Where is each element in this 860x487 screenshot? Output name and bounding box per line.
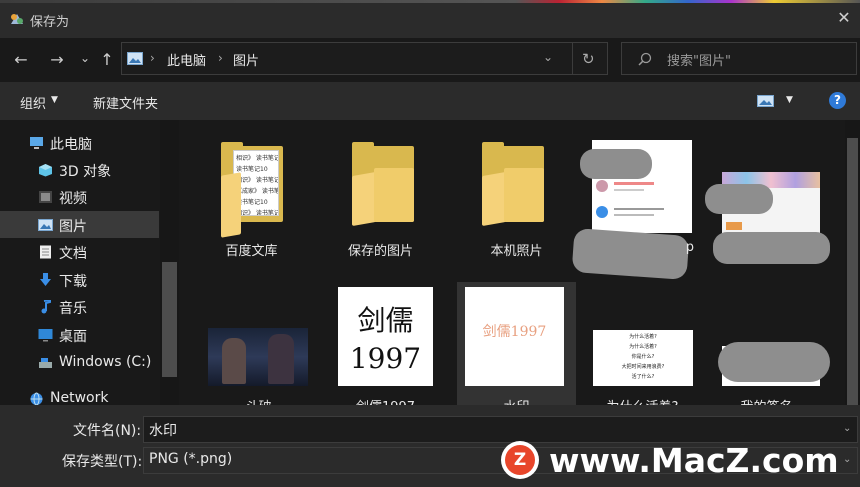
image-thumbnail: 剑儒1997	[465, 287, 564, 386]
network-icon	[30, 392, 43, 406]
breadcrumb-this-pc[interactable]: 此电脑	[167, 50, 206, 69]
file-name: 保存的图片	[347, 244, 413, 259]
sidebar-item-label: 视频	[59, 191, 87, 207]
breadcrumb-separator: ›	[150, 51, 155, 65]
watermark-logo-letter: Z	[505, 445, 535, 475]
file-tile[interactable]: 本机照片	[458, 122, 575, 272]
file-name: 本机照片	[490, 244, 543, 259]
doc-preview-line: 《成家》 读书笔记1	[236, 188, 278, 195]
sidebar-item-desktop[interactable]: 桌面	[0, 321, 159, 348]
doc-preview-line: 相识》 读书笔记10	[236, 177, 278, 184]
filename-label: 文件名(N):	[73, 423, 142, 439]
doc-preview-line: 相识》 读书笔记1002	[236, 155, 279, 162]
image-thumbnail: 为什么活着? 为什么活着? 你是什么? 大把时间来用浪费? 活了什么?	[593, 330, 693, 386]
sidebar-item-label: 下载	[59, 274, 87, 290]
file-tile[interactable]: 保存的图片	[322, 122, 439, 272]
sidebar-item-downloads[interactable]: 下载	[0, 266, 159, 293]
file-list-scrollbar-thumb[interactable]	[847, 138, 858, 405]
sidebar-item-label: 此电脑	[50, 137, 92, 153]
address-divider	[572, 43, 573, 74]
caret-down-icon[interactable]: ▼	[51, 95, 58, 105]
organize-menu-button[interactable]: 组织	[20, 93, 46, 112]
search-box[interactable]	[621, 42, 857, 75]
help-icon[interactable]: ?	[829, 92, 846, 109]
document-icon	[40, 245, 51, 259]
watermark-text: www.MacZ.com	[549, 441, 839, 480]
sidebar-item-label: 文档	[59, 246, 87, 262]
window-title: 保存为	[30, 15, 70, 30]
search-input[interactable]: 搜索"图片"	[667, 50, 731, 69]
cube-icon	[39, 164, 52, 177]
folder-icon	[352, 142, 414, 227]
thumbnail-text: 为什么活着?	[629, 344, 657, 350]
drive-icon	[39, 358, 52, 368]
pictures-icon	[38, 219, 53, 231]
video-icon	[39, 191, 52, 203]
redaction-blob	[580, 149, 652, 179]
refresh-icon[interactable]: ↻	[582, 50, 595, 68]
thumbnail-text: 你是什么?	[631, 354, 655, 360]
redaction-blob	[705, 184, 773, 214]
sidebar-item-label: Network	[50, 390, 109, 406]
sidebar-item-documents[interactable]: 文档	[0, 238, 159, 265]
pictures-location-icon	[127, 52, 143, 65]
breadcrumb-pictures[interactable]: 图片	[233, 50, 259, 69]
filename-dropdown-icon[interactable]: ⌄	[843, 423, 851, 434]
close-icon[interactable]: ✕	[834, 8, 854, 28]
recent-locations-chevron-icon[interactable]: ⌄	[75, 48, 95, 68]
thumbnail-text: 剑儒	[357, 304, 414, 337]
redaction-blob	[713, 232, 830, 264]
doc-preview-line: 读书笔记10	[236, 166, 268, 173]
image-thumbnail: 剑儒 1997	[338, 287, 433, 386]
sidebar-item-this-pc[interactable]: 此电脑	[0, 129, 159, 156]
new-folder-button[interactable]: 新建文件夹	[93, 93, 158, 112]
image-thumbnail	[208, 328, 308, 386]
file-name: p	[685, 240, 694, 255]
back-arrow-icon[interactable]: ←	[11, 50, 31, 70]
sidebar-scrollbar-thumb[interactable]	[162, 262, 177, 377]
thumbnail-text: 1997	[349, 342, 422, 375]
filename-input[interactable]: 水印	[143, 416, 858, 443]
doc-preview-line: 读书笔记10	[236, 199, 268, 206]
desktop-icon	[38, 329, 53, 342]
title-bar	[0, 0, 860, 38]
sidebar-item-music[interactable]: 音乐	[0, 293, 159, 320]
filetype-label: 保存类型(T):	[62, 454, 143, 470]
sidebar-item-label: 图片	[59, 219, 87, 235]
sidebar-item-label: 音乐	[59, 301, 87, 317]
forward-arrow-icon[interactable]: →	[47, 50, 67, 70]
sidebar-item-label: Windows (C:)	[59, 354, 152, 370]
sidebar-item-label: 3D 对象	[59, 164, 112, 180]
sidebar-item-3d-objects[interactable]: 3D 对象	[0, 156, 159, 183]
title-bar-strip	[0, 0, 860, 3]
sidebar-item-windows-c[interactable]: Windows (C:)	[0, 349, 159, 376]
thumbnail-text: 活了什么?	[631, 374, 655, 380]
download-icon	[40, 273, 51, 286]
view-options-icon[interactable]	[757, 95, 774, 107]
thumbnail-text: 为什么活着?	[629, 334, 657, 340]
address-dropdown-icon[interactable]: ⌄	[543, 50, 553, 64]
computer-icon	[30, 137, 43, 149]
sidebar-item-pictures[interactable]: 图片	[0, 211, 159, 238]
file-name: 百度文库	[225, 244, 278, 259]
sidebar-item-videos[interactable]: 视频	[0, 183, 159, 210]
file-tile[interactable]: 相识》 读书笔记1002 读书笔记10 相识》 读书笔记10 《成家》 读书笔记…	[193, 122, 310, 272]
view-dropdown-icon[interactable]: ▼	[786, 95, 793, 105]
navigation-pane: 此电脑 3D 对象 视频 图片 文档 下载 音乐 桌面 Windows (C:)…	[0, 120, 179, 406]
file-tile[interactable]	[705, 122, 830, 272]
thumbnail-text: 大把时间来用浪费?	[621, 364, 665, 370]
folder-icon	[482, 142, 544, 227]
search-icon	[638, 52, 652, 66]
folder-icon: 相识》 读书笔记1002 读书笔记10 相识》 读书笔记10 《成家》 读书笔记…	[221, 142, 283, 238]
filetype-dropdown-icon[interactable]: ⌄	[843, 454, 851, 465]
music-icon	[41, 300, 51, 314]
app-icon	[11, 14, 23, 24]
doc-preview-line: 相识》 读书笔记10	[236, 210, 278, 216]
up-arrow-icon[interactable]: ↑	[97, 50, 117, 70]
redaction-blob	[718, 342, 830, 382]
thumbnail-text: 剑儒1997	[482, 324, 547, 340]
breadcrumb-separator[interactable]: ›	[218, 51, 223, 65]
file-tile[interactable]: p	[571, 122, 695, 280]
sidebar-item-label: 桌面	[59, 329, 87, 345]
